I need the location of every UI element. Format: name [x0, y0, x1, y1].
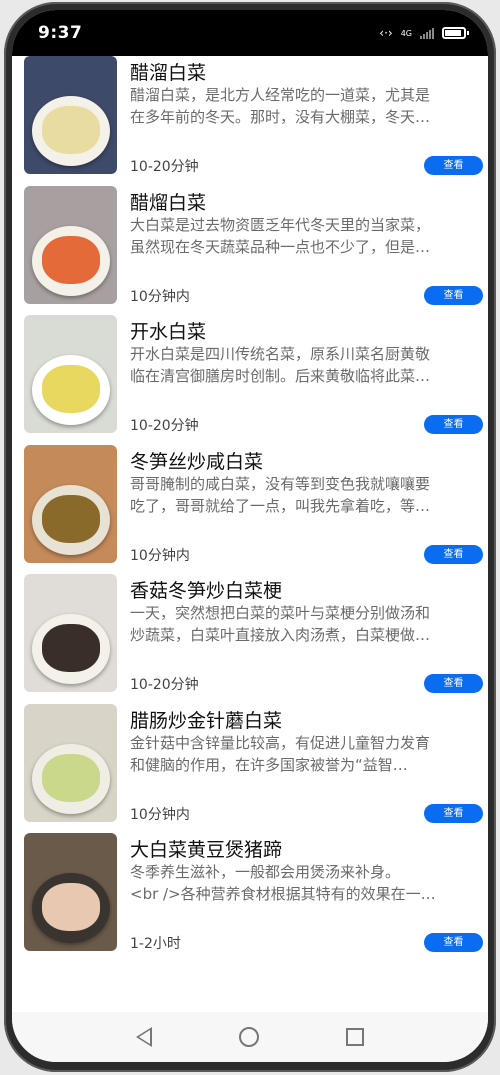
view-button[interactable]: 查看 — [424, 674, 483, 693]
recipe-list[interactable]: 醋溜白菜 醋溜白菜，是北方人经常吃的一道菜，尤其是 在多年前的冬天。那时，没有大… — [12, 56, 488, 1006]
recipe-description: 金针菇中含锌量比较高，有促进儿童智力发育 和健脑的作用，在许多国家被誉为“益智… — [130, 734, 431, 774]
signal-icon — [420, 27, 434, 39]
battery-icon — [442, 27, 469, 39]
recipe-description: 哥哥腌制的咸白菜，没有等到变色我就嚷嚷要 吃了，哥哥就给了一点，叫我先拿着吃，等… — [130, 475, 431, 515]
recipe-thumbnail — [24, 833, 117, 951]
recipe-item[interactable]: 醋熘白菜 大白菜是过去物资匮乏年代冬天里的当家菜， 虽然现在冬天蔬菜品种一点也不… — [12, 186, 488, 306]
recipe-item[interactable]: 冬笋丝炒咸白菜 哥哥腌制的咸白菜，没有等到变色我就嚷嚷要 吃了，哥哥就给了一点，… — [12, 445, 488, 565]
recent-apps-icon[interactable] — [346, 1028, 365, 1046]
recipe-item[interactable]: 腊肠炒金针蘑白菜 金针菇中含锌量比较高，有促进儿童智力发育 和健脑的作用，在许多… — [12, 704, 488, 824]
recipe-description: 大白菜是过去物资匮乏年代冬天里的当家菜， 虽然现在冬天蔬菜品种一点也不少了，但是… — [130, 216, 431, 256]
recipe-thumbnail — [24, 315, 117, 433]
signal-text: 4G — [400, 28, 412, 38]
recipe-thumbnail — [24, 704, 117, 822]
recipe-cook-time: 10分钟内 — [130, 289, 190, 305]
recipe-title: 腊肠炒金针蘑白菜 — [130, 710, 283, 732]
recipe-description: 醋溜白菜，是北方人经常吃的一道菜，尤其是 在多年前的冬天。那时，没有大棚菜，冬天… — [130, 86, 431, 126]
recipe-thumbnail — [24, 56, 117, 174]
recipe-cook-time: 10分钟内 — [130, 548, 190, 564]
recipe-thumbnail — [24, 574, 117, 692]
status-icons: ‹·› 4G — [379, 26, 469, 40]
recipe-item[interactable]: 香菇冬笋炒白菜梗 一天，突然想把白菜的菜叶与菜梗分别做汤和 炒蔬菜，白菜叶直接放… — [12, 574, 488, 694]
view-button[interactable]: 查看 — [424, 415, 483, 434]
recipe-title: 香菇冬笋炒白菜梗 — [130, 580, 283, 602]
recipe-item[interactable]: 醋溜白菜 醋溜白菜，是北方人经常吃的一道菜，尤其是 在多年前的冬天。那时，没有大… — [12, 56, 488, 176]
screen: 9:37 ‹·› 4G 醋溜白菜 醋溜白菜，是北方人经常吃的一道菜，尤其是 在多… — [12, 10, 488, 1062]
view-button[interactable]: 查看 — [424, 933, 483, 952]
recipe-title: 醋溜白菜 — [130, 62, 207, 84]
view-button[interactable]: 查看 — [424, 156, 483, 175]
status-time: 9:37 — [38, 23, 83, 43]
view-button[interactable]: 查看 — [424, 286, 483, 305]
back-icon[interactable] — [135, 1027, 152, 1047]
recipe-cook-time: 10分钟内 — [130, 807, 190, 823]
recipe-cook-time: 10-20分钟 — [130, 677, 199, 693]
data-transfer-icon: ‹·› — [379, 26, 393, 40]
recipe-description: 开水白菜是四川传统名菜，原系川菜名厨黄敬 临在清宫御膳房时创制。后来黄敬临将此菜… — [130, 345, 431, 385]
recipe-item[interactable]: 开水白菜 开水白菜是四川传统名菜，原系川菜名厨黄敬 临在清宫御膳房时创制。后来黄… — [12, 315, 488, 435]
navigation-bar — [12, 1012, 488, 1062]
recipe-description: 一天，突然想把白菜的菜叶与菜梗分别做汤和 炒蔬菜，白菜叶直接放入肉汤煮，白菜梗做… — [130, 604, 431, 644]
recipe-cook-time: 10-20分钟 — [130, 159, 199, 175]
recipe-title: 开水白菜 — [130, 321, 207, 343]
recipe-thumbnail — [24, 186, 117, 304]
recipe-thumbnail — [24, 445, 117, 563]
recipe-title: 大白菜黄豆煲猪蹄 — [130, 839, 283, 861]
status-bar: 9:37 ‹·› 4G — [12, 10, 488, 56]
recipe-item[interactable]: 大白菜黄豆煲猪蹄 冬季养生滋补，一般都会用煲汤来补身。 <br />各种营养食材… — [12, 833, 488, 953]
view-button[interactable]: 查看 — [424, 545, 483, 564]
recipe-cook-time: 10-20分钟 — [130, 418, 199, 434]
recipe-title: 醋熘白菜 — [130, 192, 207, 214]
recipe-description: 冬季养生滋补，一般都会用煲汤来补身。 <br />各种营养食材根据其特有的效果在… — [130, 863, 436, 903]
phone-frame: 9:37 ‹·› 4G 醋溜白菜 醋溜白菜，是北方人经常吃的一道菜，尤其是 在多… — [0, 0, 500, 1075]
recipe-cook-time: 1-2小时 — [130, 936, 181, 952]
view-button[interactable]: 查看 — [424, 804, 483, 823]
recipe-title: 冬笋丝炒咸白菜 — [130, 451, 264, 473]
home-icon[interactable] — [238, 1027, 259, 1047]
